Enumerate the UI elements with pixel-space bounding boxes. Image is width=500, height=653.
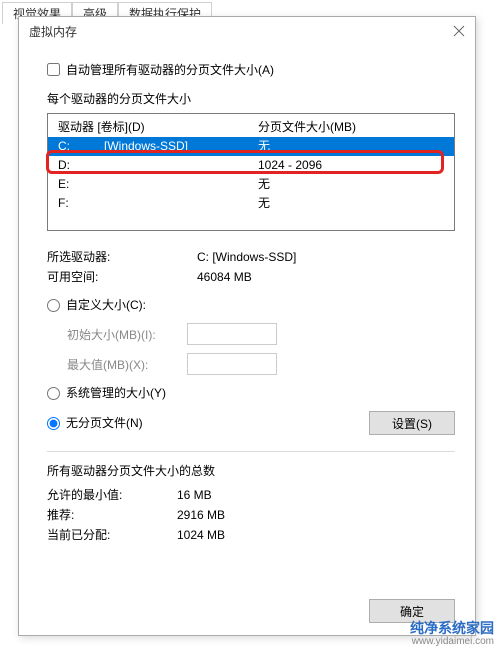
drive-row[interactable]: E: 无 — [48, 175, 454, 194]
titlebar: 虚拟内存 — [19, 17, 475, 47]
set-button[interactable]: 设置(S) — [369, 411, 455, 435]
currently-allocated-value: 1024 MB — [177, 525, 455, 545]
hdr-pagefile: 分页文件大小(MB) — [258, 118, 444, 135]
drive-row[interactable]: F: 无 — [48, 194, 454, 213]
auto-manage-checkbox[interactable] — [47, 63, 60, 76]
recommended-value: 2916 MB — [177, 505, 455, 525]
drive-label: [Windows-SSD] — [104, 138, 258, 155]
drive-label — [104, 157, 258, 174]
close-icon[interactable] — [451, 23, 467, 39]
watermark-title: 纯净系统家园 — [410, 621, 494, 635]
watermark: 纯净系统家园 www.yidaimei.com — [410, 621, 494, 649]
free-space-value: 46084 MB — [197, 267, 455, 287]
drive-letter: E: — [58, 176, 104, 193]
drive-letter: D: — [58, 157, 104, 174]
selected-drive-label: 所选驱动器: — [47, 247, 197, 267]
radio-system-label: 系统管理的大小(Y) — [66, 383, 166, 403]
radio-custom-size[interactable] — [47, 299, 60, 312]
drive-pagefile: 1024 - 2096 — [258, 157, 444, 174]
drive-row[interactable]: C:[Windows-SSD]无 — [48, 137, 454, 156]
hdr-drive: 驱动器 [卷标](D) — [58, 118, 258, 135]
min-allowed-value: 16 MB — [177, 485, 455, 505]
max-size-input — [187, 353, 277, 375]
drive-listbox[interactable]: 驱动器 [卷标](D) 分页文件大小(MB) C:[Windows-SSD]无D… — [47, 113, 455, 231]
drive-pagefile: 无 — [258, 138, 444, 155]
max-size-label: 最大值(MB)(X): — [67, 356, 187, 373]
drive-letter: C: — [58, 138, 104, 155]
free-space-label: 可用空间: — [47, 267, 197, 287]
radio-custom-label: 自定义大小(C): — [66, 295, 146, 315]
radio-none-label: 无分页文件(N) — [66, 413, 143, 433]
initial-size-label: 初始大小(MB)(I): — [67, 326, 187, 343]
divider — [47, 451, 455, 452]
drive-list-header: 驱动器 [卷标](D) 分页文件大小(MB) — [48, 114, 454, 137]
min-allowed-label: 允许的最小值: — [47, 485, 177, 505]
drive-pagefile: 无 — [258, 176, 444, 193]
selected-drive-value: C: [Windows-SSD] — [197, 247, 455, 267]
radio-system-managed[interactable] — [47, 387, 60, 400]
drive-pagefile: 无 — [258, 195, 444, 212]
watermark-url: www.yidaimei.com — [410, 635, 494, 649]
currently-allocated-label: 当前已分配: — [47, 525, 177, 545]
auto-manage-label: 自动管理所有驱动器的分页文件大小(A) — [66, 61, 274, 78]
dialog-title: 虚拟内存 — [29, 23, 77, 40]
drive-row[interactable]: D: 1024 - 2096 — [48, 156, 454, 175]
drive-label — [104, 176, 258, 193]
initial-size-input — [187, 323, 277, 345]
radio-no-pagefile[interactable] — [47, 417, 60, 430]
drive-letter: F: — [58, 195, 104, 212]
recommended-label: 推荐: — [47, 505, 177, 525]
dialog-footer: 确定 — [19, 587, 475, 635]
totals-section-label: 所有驱动器分页文件大小的总数 — [47, 462, 455, 479]
per-drive-section-label: 每个驱动器的分页文件大小 — [47, 90, 455, 107]
drive-label — [104, 195, 258, 212]
virtual-memory-dialog: 虚拟内存 自动管理所有驱动器的分页文件大小(A) 每个驱动器的分页文件大小 驱动… — [18, 16, 476, 636]
